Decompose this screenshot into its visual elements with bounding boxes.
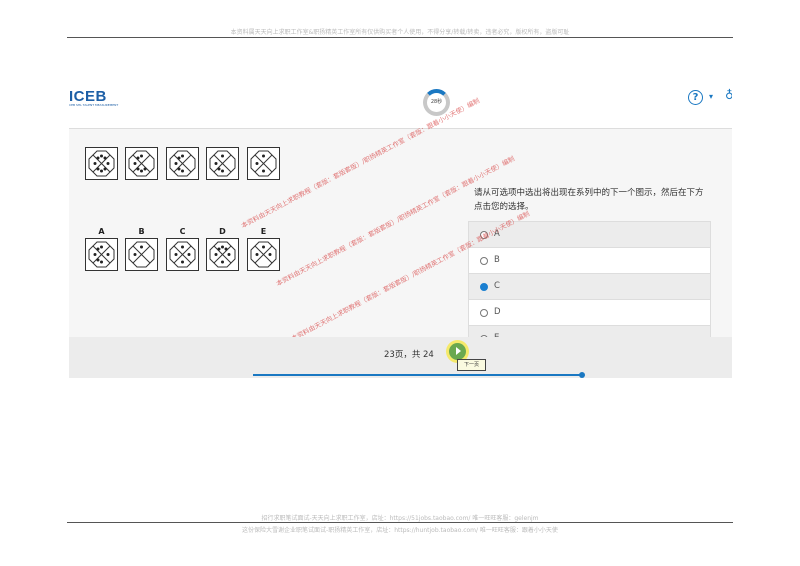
answer-figure-e [247,238,280,271]
document-footer-note-1: 招行求职笔试面试-天天向上求职工作室，店址：https://51jobs.tao… [261,515,539,522]
brand-logo-subtitle: CEB SHL TALENT MEASUREMENT [69,103,119,107]
question-instruction: 请从可选项中选出将出现在系列中的下一个图示，然后在下方点击您的选择。 [474,188,704,212]
navigation-footer: 23页，共 24 下一页 [69,337,732,378]
option-d[interactable]: D [469,300,710,326]
user-icon[interactable]: ♁ [725,88,732,102]
answer-figure-c [166,238,199,271]
footer-divider [67,522,733,523]
answer-figure-a [85,238,118,271]
option-c[interactable]: C [469,274,710,300]
header-divider [67,37,733,38]
series-figure-2 [125,147,158,180]
series-figure-3 [166,147,199,180]
series-figure-1 [85,147,118,180]
answer-label-d: D [219,227,226,236]
series-figure-5 [247,147,280,180]
option-b-radio[interactable] [480,257,488,265]
document-header-note: 本资料属天天向上求职工作室&职扬精英工作室所有仅供购买者个人使用，不得分享/转载… [230,29,570,36]
answer-options-list: A B C D E [468,221,711,356]
timer-value: 28秒 [430,99,443,105]
answer-label-e: E [260,227,267,236]
answer-figure-d [206,238,239,271]
series-figure-4 [206,147,239,180]
test-window: ICEB CEB SHL TALENT MEASUREMENT 28秒 ? ▾ … [69,88,732,378]
next-tooltip: 下一页 [457,359,486,371]
option-b[interactable]: B [469,248,710,274]
option-d-radio[interactable] [480,309,488,317]
option-c-radio[interactable] [480,283,488,291]
next-button[interactable] [449,343,466,360]
option-d-label: D [494,307,501,317]
answer-label-c: C [179,227,186,236]
answer-label-b: B [138,227,145,236]
document-footer-note-2: 这份保险大雪谢企业职笔试面试-职扬精英工作室，店址：https://huntjo… [242,527,558,534]
question-circle-icon[interactable]: ? [688,90,703,105]
progress-bar [253,374,583,376]
arrow-right-icon [456,347,461,355]
answer-label-a: A [98,227,105,236]
top-bar: ICEB CEB SHL TALENT MEASUREMENT 28秒 ? ▾ … [69,88,732,129]
option-b-label: B [494,255,500,265]
answer-figure-b [125,238,158,271]
chevron-down-icon[interactable]: ▾ [709,92,713,101]
option-c-label: C [494,281,500,291]
question-area: A B C D E 请从可选项中选出将出现在系列中的下一个图示，然后在下方点击您… [69,97,732,356]
progress-handle [579,372,585,378]
page-indicator: 23页，共 24 [384,350,434,360]
